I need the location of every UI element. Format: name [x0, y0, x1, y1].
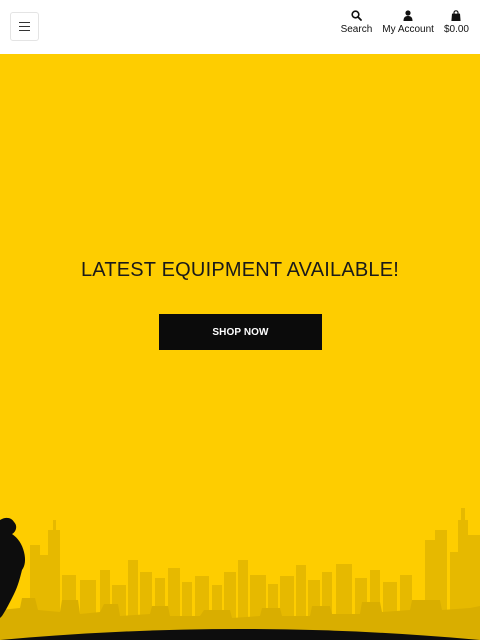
shop-now-button[interactable]: SHOP NOW	[159, 314, 322, 350]
city-skyline-illustration	[0, 508, 480, 640]
hero-heading: LATEST EQUIPMENT AVAILABLE!	[80, 259, 400, 281]
search-icon	[351, 9, 362, 21]
hero-banner: LATEST EQUIPMENT AVAILABLE! SHOP NOW	[0, 54, 480, 640]
menu-toggle-button[interactable]	[10, 12, 39, 41]
my-account-button[interactable]: My Account	[382, 9, 434, 36]
header-actions: Search My Account $0.00	[341, 9, 469, 36]
shopping-bag-icon	[451, 9, 462, 21]
search-button[interactable]: Search	[340, 9, 373, 36]
site-header: Search My Account $0.00	[0, 0, 480, 54]
my-account-label: My Account	[382, 24, 434, 35]
cart-total-label: $0.00	[443, 24, 469, 35]
hamburger-menu-icon	[19, 22, 30, 31]
search-label: Search	[340, 24, 373, 35]
cart-button[interactable]: $0.00	[444, 9, 469, 36]
user-icon	[403, 9, 413, 21]
